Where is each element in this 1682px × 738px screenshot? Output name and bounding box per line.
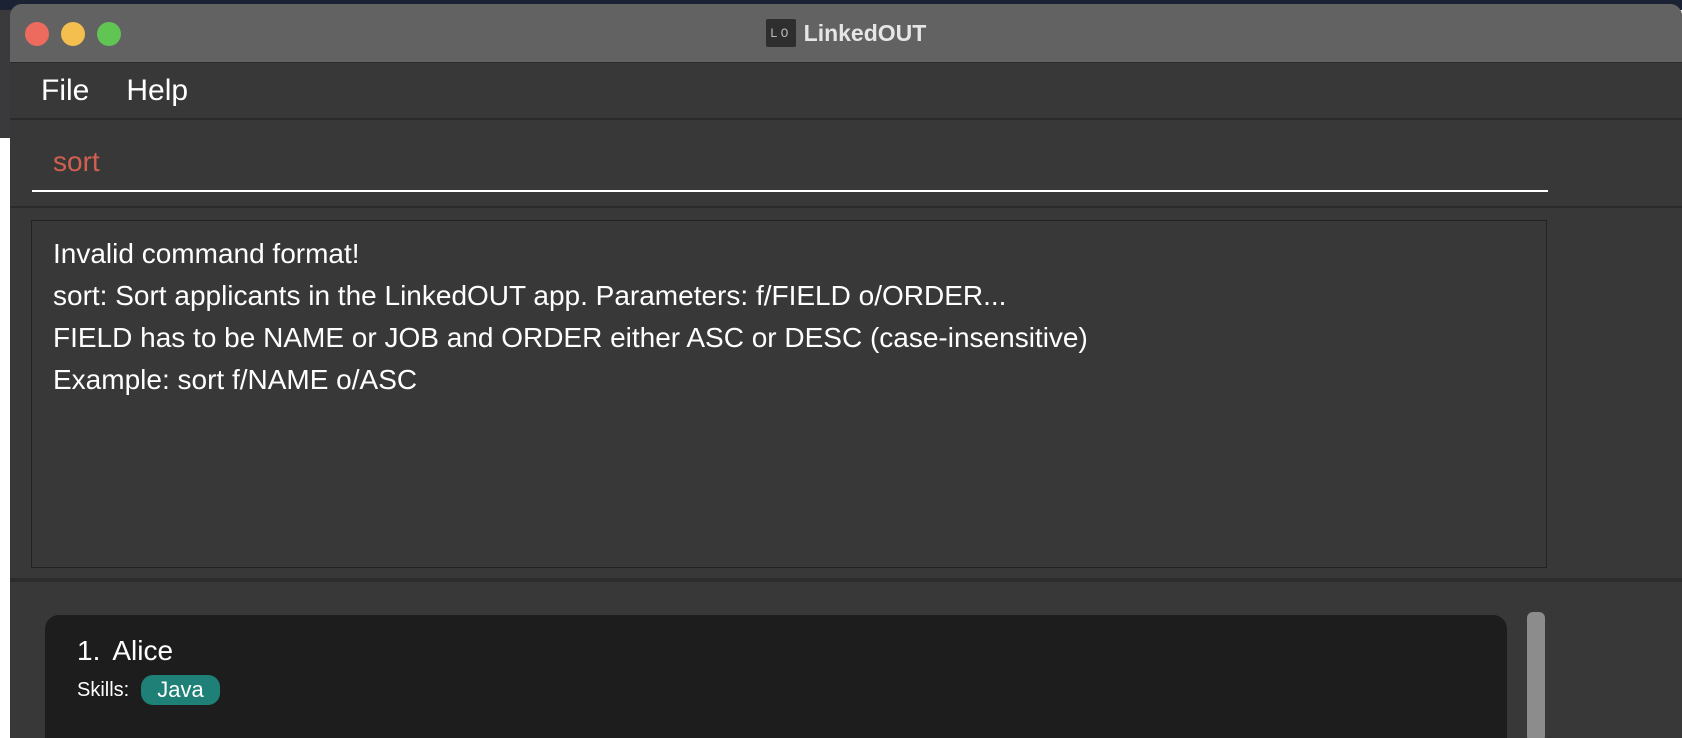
applicant-name: Alice	[112, 635, 174, 666]
result-line: Invalid command format!	[53, 238, 360, 269]
menu-file[interactable]: File	[41, 74, 89, 108]
applicant-index: 1.	[77, 635, 101, 666]
list-scrollbar[interactable]	[1527, 612, 1545, 738]
applicant-name-row: 1. Alice	[77, 635, 173, 667]
menu-help[interactable]: Help	[126, 74, 188, 108]
result-line: sort: Sort applicants in the LinkedOUT a…	[53, 280, 1007, 311]
app-logo-icon: LO	[765, 19, 796, 47]
result-line: FIELD has to be NAME or JOB and ORDER ei…	[53, 322, 1088, 353]
window-title-group: LO LinkedOUT	[10, 4, 1682, 62]
applicant-skills-row: Skills: Java	[77, 675, 220, 705]
result-display-container: Invalid command format! sort: Sort appli…	[10, 208, 1682, 580]
result-line: Example: sort f/NAME o/ASC	[53, 364, 418, 395]
command-box-container	[10, 120, 1682, 208]
app-window: LO LinkedOUT File Help Invalid command f…	[10, 4, 1682, 738]
menu-bar: File Help	[10, 63, 1682, 120]
skills-label: Skills:	[77, 678, 130, 701]
skill-tag: Java	[141, 675, 220, 705]
applicant-list: 1. Alice Skills: Java	[10, 582, 1682, 738]
window-title: LinkedOUT	[803, 19, 927, 46]
applicant-card[interactable]: 1. Alice Skills: Java	[45, 615, 1507, 738]
result-display[interactable]: Invalid command format! sort: Sort appli…	[31, 220, 1547, 568]
command-input[interactable]	[32, 134, 1548, 192]
title-bar: LO LinkedOUT	[10, 4, 1682, 63]
